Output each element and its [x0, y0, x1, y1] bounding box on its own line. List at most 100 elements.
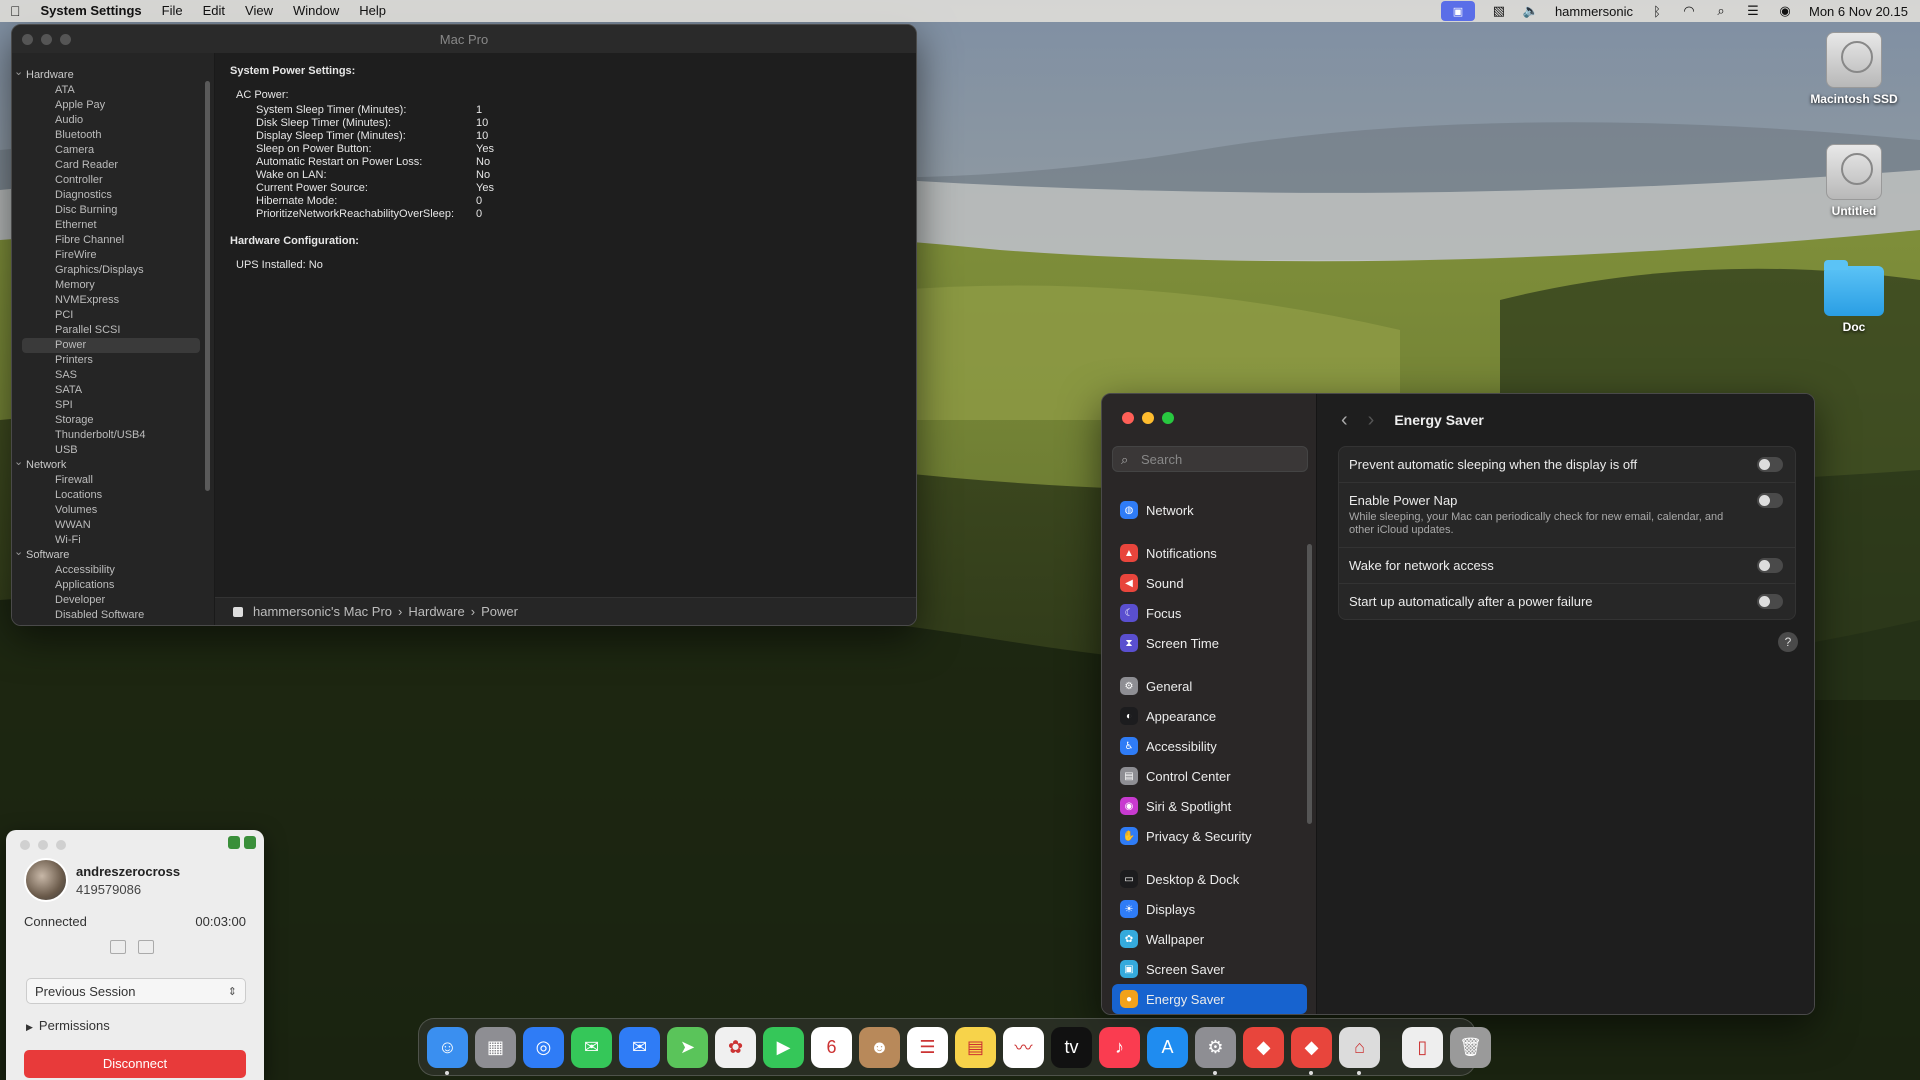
trash-icon[interactable]: 🗑 [1450, 1026, 1491, 1068]
sidebar-item[interactable]: Developer [12, 593, 214, 608]
sidebar-item[interactable]: Controller [12, 173, 214, 188]
sidebar-item[interactable]: Accessibility [12, 563, 214, 578]
document-icon[interactable]: ▯ [1402, 1026, 1443, 1068]
contacts-icon[interactable]: ☻ [859, 1026, 900, 1068]
close-button[interactable] [1122, 412, 1134, 424]
user-menu[interactable]: hammersonic [1555, 4, 1633, 19]
sidebar-item-control-center[interactable]: ▤ Control Center [1112, 761, 1307, 791]
sidebar-item[interactable]: Camera [12, 143, 214, 158]
sidebar-item[interactable]: Diagnostics [12, 188, 214, 203]
sidebar-item-desktop-dock[interactable]: ▭ Desktop & Dock [1112, 864, 1307, 894]
sidebar-item-appearance[interactable]: ◐ Appearance [1112, 701, 1307, 731]
sidebar-item[interactable]: Disabled Software [12, 608, 214, 623]
sidebar-item-siri-spotlight[interactable]: ◉ Siri & Spotlight [1112, 791, 1307, 821]
freeform-icon[interactable]: 〰 [1003, 1026, 1044, 1068]
help-button[interactable]: ? [1778, 632, 1798, 652]
photos-icon[interactable]: ✿ [715, 1026, 756, 1068]
sidebar-group-software[interactable]: Software [12, 545, 214, 563]
sidebar-item[interactable]: PCI [12, 308, 214, 323]
file-transfer-icon[interactable] [110, 940, 126, 954]
launchpad-icon[interactable]: ▦ [475, 1026, 516, 1068]
sidebar-item[interactable]: SPI [12, 398, 214, 413]
chat-icon[interactable] [244, 836, 256, 849]
menu-file[interactable]: File [152, 0, 193, 22]
sidebar-item[interactable]: Parallel SCSI [12, 323, 214, 338]
calendar-icon[interactable]: 6 [811, 1026, 852, 1068]
forward-icon[interactable]: › [1368, 410, 1375, 430]
reminders-icon[interactable]: ☰ [907, 1026, 948, 1068]
sidebar-item[interactable]: Disc Burning [12, 203, 214, 218]
control-center-icon[interactable]: ☰ [1745, 3, 1761, 18]
sidebar-item-wallpaper[interactable]: ✿ Wallpaper [1112, 924, 1307, 954]
sidebar-group-hardware[interactable]: Hardware [12, 65, 214, 83]
sidebar-item[interactable]: Printers [12, 353, 214, 368]
scrollbar[interactable] [205, 81, 210, 491]
sidebar-item-screen-saver[interactable]: ▣ Screen Saver [1112, 954, 1307, 984]
screen-sharing-icon[interactable]: ▣ [1440, 1, 1475, 21]
facetime-icon[interactable]: ▶ [763, 1026, 804, 1068]
chat-bubble-icon[interactable] [138, 940, 154, 954]
apple-menu-icon[interactable]:  [0, 0, 31, 22]
menu-view[interactable]: View [235, 0, 283, 22]
sidebar-item[interactable]: Storage [12, 413, 214, 428]
sidebar-item[interactable]: Card Reader [12, 158, 214, 173]
toggle-switch[interactable] [1757, 594, 1783, 609]
toggle-switch[interactable] [1757, 493, 1783, 508]
sidebar-item-focus[interactable]: ☾ Focus [1112, 598, 1307, 628]
sidebar-item[interactable]: Memory [12, 278, 214, 293]
sidebar-item[interactable]: Fibre Channel [12, 233, 214, 248]
app-menu[interactable]: System Settings [31, 0, 152, 22]
sidebar-group-network[interactable]: Network [12, 455, 214, 473]
sidebar-item-displays[interactable]: ☀ Displays [1112, 894, 1307, 924]
finder-icon[interactable]: ☺ [427, 1026, 468, 1075]
bluetooth-icon[interactable]: ᛒ [1649, 4, 1665, 19]
sidebar-item-notifications[interactable]: ▲ Notifications [1112, 538, 1307, 568]
clock[interactable]: Mon 6 Nov 20.15 [1809, 4, 1908, 19]
system-settings-icon[interactable]: ⚙ [1195, 1026, 1236, 1075]
sidebar-item[interactable]: Volumes [12, 503, 214, 518]
sidebar-item[interactable]: FireWire [12, 248, 214, 263]
safari-icon[interactable]: ◎ [523, 1026, 564, 1068]
sidebar-item[interactable]: Ethernet [12, 218, 214, 233]
minimize-button[interactable] [38, 840, 48, 850]
desktop-icon-untitled[interactable]: Untitled [1794, 144, 1914, 218]
sidebar-item[interactable]: Audio [12, 113, 214, 128]
sidebar-item-screen-time[interactable]: ⧗ Screen Time [1112, 628, 1307, 658]
wifi-icon[interactable]: ◠ [1681, 3, 1697, 18]
sidebar-item-network[interactable]: ◍ Network [1112, 495, 1307, 525]
sidebar-item[interactable]: ATA [12, 83, 214, 98]
anydesk-icon[interactable]: ◆ [1243, 1026, 1284, 1068]
sidebar-item-sound[interactable]: ◀ Sound [1112, 568, 1307, 598]
sidebar-item[interactable]: USB [12, 443, 214, 458]
sidebar-item[interactable]: Bluetooth [12, 128, 214, 143]
window-titlebar[interactable]: Mac Pro [12, 25, 916, 53]
disconnect-button[interactable]: Disconnect [24, 1050, 246, 1078]
toggle-switch[interactable] [1757, 558, 1783, 573]
scrollbar[interactable] [1307, 544, 1312, 824]
volume-icon[interactable]: 🔈 [1523, 3, 1539, 18]
back-icon[interactable]: ‹ [1341, 410, 1348, 430]
system-information-icon[interactable]: ⌂ [1339, 1026, 1380, 1075]
desktop-icon-macintosh-ssd[interactable]: Macintosh SSD [1794, 32, 1914, 106]
menu-window[interactable]: Window [283, 0, 349, 22]
music-icon[interactable]: ♪ [1099, 1026, 1140, 1068]
permissions-disclosure[interactable]: ▶ Permissions [26, 1018, 110, 1033]
toggle-switch[interactable] [1757, 457, 1783, 472]
anydesk-2-icon[interactable]: ◆ [1291, 1026, 1332, 1075]
sidebar-item[interactable]: Extensions [12, 623, 214, 625]
sidebar-item[interactable]: NVMExpress [12, 293, 214, 308]
image-icon[interactable]: ▧ [1491, 3, 1507, 18]
sidebar-item-privacy-security[interactable]: ✋ Privacy & Security [1112, 821, 1307, 851]
path-item-power[interactable]: Power [481, 604, 518, 619]
sidebar-item[interactable]: Wi-Fi [12, 533, 214, 548]
desktop-icon-doc[interactable]: Doc [1794, 260, 1914, 334]
menu-help[interactable]: Help [349, 0, 396, 22]
maps-icon[interactable]: ➤ [667, 1026, 708, 1068]
sidebar-item[interactable]: Thunderbolt/USB4 [12, 428, 214, 443]
close-button[interactable] [20, 840, 30, 850]
siri-icon[interactable]: ◉ [1777, 3, 1793, 18]
tv-icon[interactable]: tv [1051, 1026, 1092, 1068]
sidebar-item[interactable]: WWAN [12, 518, 214, 533]
zoom-button[interactable] [56, 840, 66, 850]
zoom-button[interactable] [1162, 412, 1174, 424]
